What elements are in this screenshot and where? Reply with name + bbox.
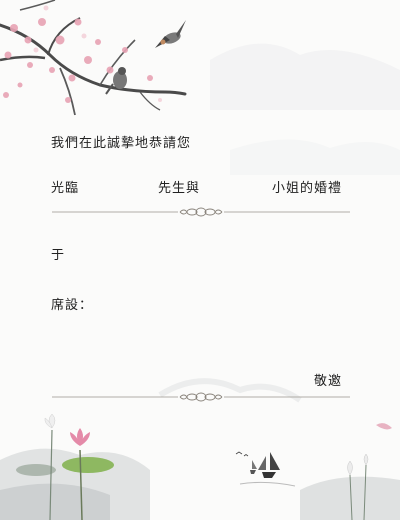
- groom-label: 先生與: [158, 181, 201, 196]
- venue-prefix: 席設：: [51, 298, 94, 313]
- ornament-knot-icon: [179, 392, 223, 402]
- mountain-wash-icon: [210, 43, 400, 175]
- divider: [52, 392, 350, 402]
- divider: [52, 207, 350, 217]
- greeting-text: 我們在此誠摯地恭請您: [51, 136, 192, 151]
- invitation-card: 我們在此誠摯地恭請您 光臨 先生與 小姐的婚禮 于 席設： 敬邀: [0, 0, 400, 520]
- date-prefix: 于: [51, 248, 66, 263]
- ornament-knot-icon: [179, 207, 223, 217]
- plum-blossom-branch-icon: [0, 0, 187, 116]
- bird-icon: [105, 20, 186, 95]
- presence-label: 光臨: [51, 181, 80, 196]
- signoff-text: 敬邀: [314, 374, 343, 389]
- bride-wedding-label: 小姐的婚禮: [272, 181, 343, 196]
- sailboat-icon: [235, 451, 296, 487]
